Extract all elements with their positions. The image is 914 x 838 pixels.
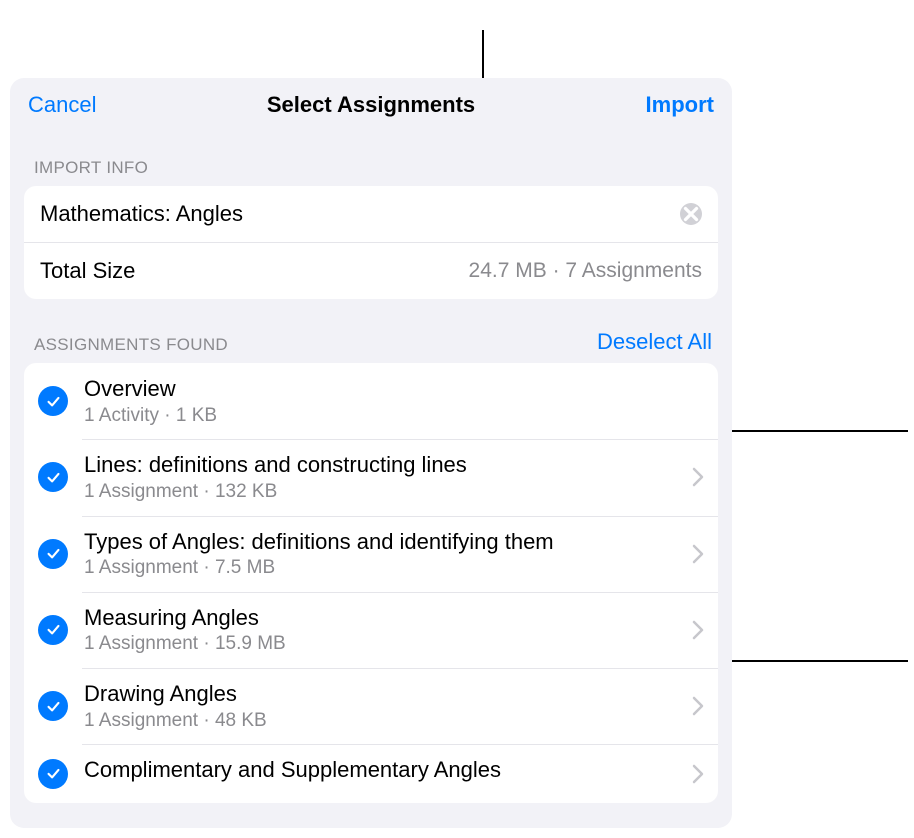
checkmark-icon[interactable] <box>38 759 68 789</box>
assignment-subtitle: 1 Activity · 1 KB <box>84 404 704 428</box>
assignment-row[interactable]: Overview1 Activity · 1 KB <box>24 363 718 439</box>
checkmark-icon[interactable] <box>38 691 68 721</box>
assignment-row[interactable]: Measuring Angles1 Assignment · 15.9 MB <box>24 592 718 668</box>
navbar: Cancel Select Assignments Import <box>10 78 732 128</box>
import-button[interactable]: Import <box>646 92 714 118</box>
assignment-body: Complimentary and Supplementary Angles1 … <box>84 756 684 791</box>
assignment-title: Overview <box>84 375 704 403</box>
chevron-right-icon <box>692 467 704 487</box>
checkmark-icon[interactable] <box>38 462 68 492</box>
assignment-title: Lines: definitions and constructing line… <box>84 451 684 479</box>
import-name-input[interactable] <box>40 201 672 227</box>
chevron-right-icon <box>692 696 704 716</box>
section-label: IMPORT INFO <box>34 158 148 178</box>
chevron-right-icon <box>692 620 704 640</box>
assignment-subtitle: 1 Assignment · 48 KB <box>84 709 684 733</box>
assignment-title: Complimentary and Supplementary Angles <box>84 756 684 784</box>
assignment-row[interactable]: Drawing Angles1 Assignment · 48 KB <box>24 668 718 744</box>
checkmark-icon[interactable] <box>38 539 68 569</box>
import-info-card: Total Size 24.7 MB · 7 Assignments <box>24 186 718 299</box>
assignment-body: Drawing Angles1 Assignment · 48 KB <box>84 680 684 732</box>
import-info-header: IMPORT INFO <box>24 128 718 186</box>
select-assignments-modal: Cancel Select Assignments Import IMPORT … <box>10 78 732 828</box>
total-size-row: Total Size 24.7 MB · 7 Assignments <box>24 242 718 299</box>
assignment-title: Measuring Angles <box>84 604 684 632</box>
assignments-header: ASSIGNMENTS FOUND Deselect All <box>24 299 718 363</box>
assignment-body: Overview1 Activity · 1 KB <box>84 375 704 427</box>
assignment-title: Drawing Angles <box>84 680 684 708</box>
assignment-row[interactable]: Lines: definitions and constructing line… <box>24 439 718 515</box>
assignment-subtitle: 1 Assignment · 15.9 MB <box>84 632 684 656</box>
deselect-all-button[interactable]: Deselect All <box>597 329 712 355</box>
section-label: ASSIGNMENTS FOUND <box>34 335 228 355</box>
cancel-button[interactable]: Cancel <box>28 92 96 118</box>
import-name-row <box>24 186 718 242</box>
total-size-value: 24.7 MB · 7 Assignments <box>469 259 702 283</box>
assignment-subtitle: 1 Assignment · 7.5 MB <box>84 556 684 580</box>
assignment-body: Measuring Angles1 Assignment · 15.9 MB <box>84 604 684 656</box>
assignment-title: Types of Angles: definitions and identif… <box>84 528 684 556</box>
assignment-row[interactable]: Complimentary and Supplementary Angles1 … <box>24 744 718 803</box>
assignment-row[interactable]: Types of Angles: definitions and identif… <box>24 516 718 592</box>
checkmark-icon[interactable] <box>38 386 68 416</box>
assignments-card: Overview1 Activity · 1 KB Lines: definiti… <box>24 363 718 803</box>
chevron-right-icon <box>692 764 704 784</box>
page-title: Select Assignments <box>267 92 475 118</box>
assignment-body: Lines: definitions and constructing line… <box>84 451 684 503</box>
total-size-label: Total Size <box>40 258 135 284</box>
assignment-subtitle: 1 Assignment · 132 KB <box>84 480 684 504</box>
checkmark-icon[interactable] <box>38 615 68 645</box>
assignment-body: Types of Angles: definitions and identif… <box>84 528 684 580</box>
chevron-right-icon <box>692 544 704 564</box>
clear-icon[interactable] <box>680 203 702 225</box>
